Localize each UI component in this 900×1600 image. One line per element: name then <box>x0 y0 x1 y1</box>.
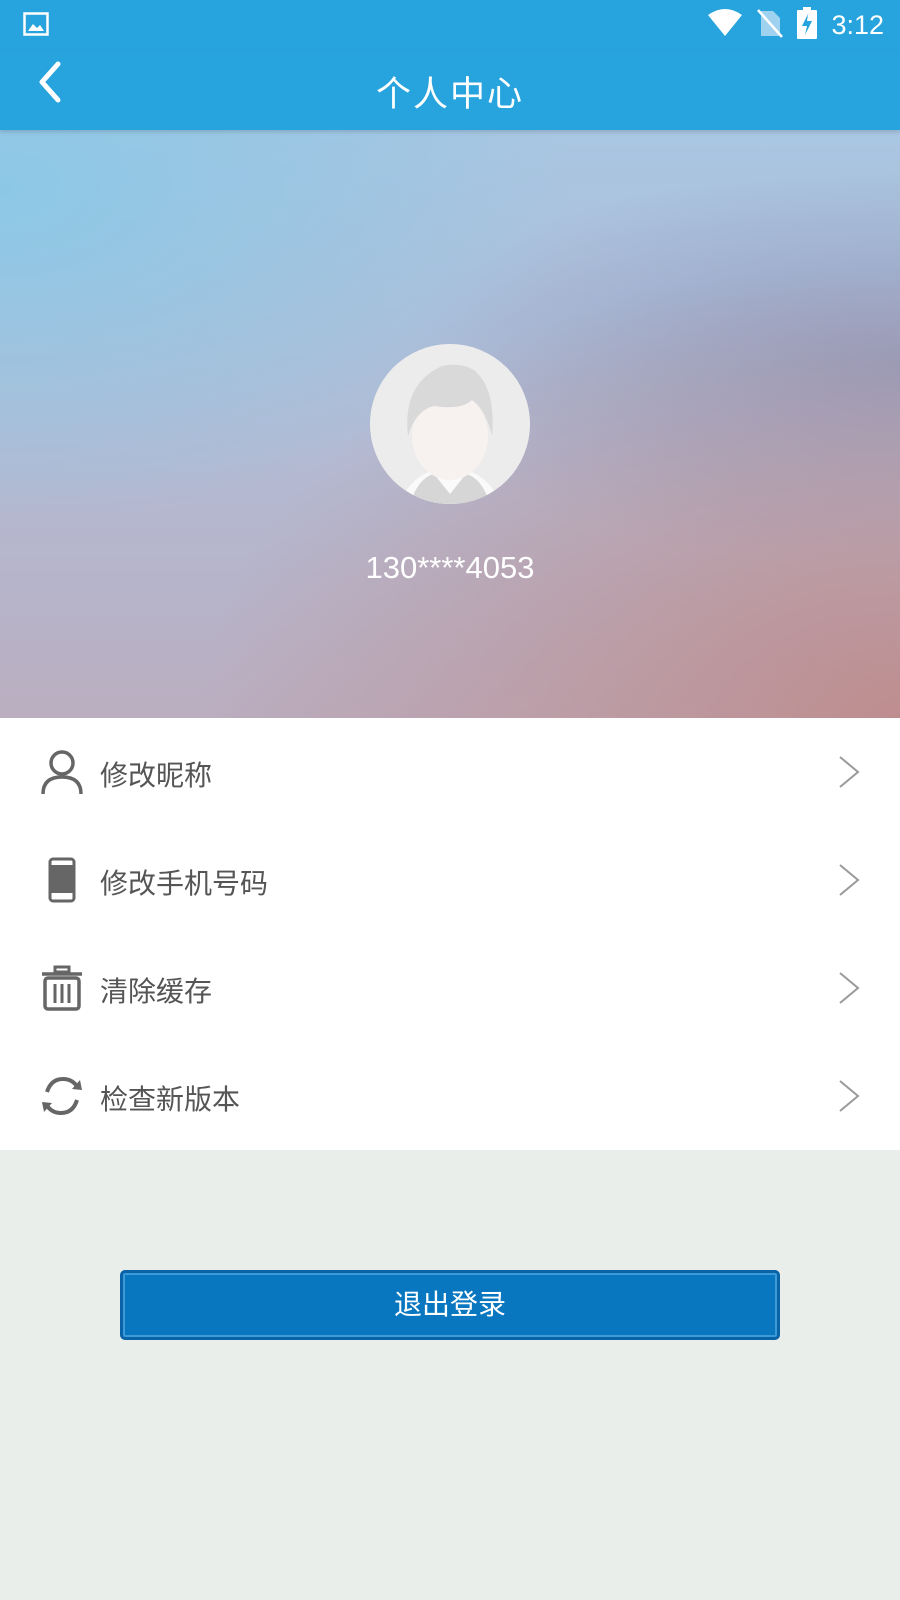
no-sim-icon <box>757 8 784 42</box>
gallery-icon <box>23 12 49 40</box>
menu-item-clear-cache[interactable]: 清除缓存 <box>0 934 900 1042</box>
menu-item-check-update[interactable]: 检查新版本 <box>0 1042 900 1150</box>
menu-item-label: 检查新版本 <box>100 1083 241 1116</box>
refresh-icon <box>38 1072 86 1120</box>
trash-icon <box>38 964 86 1012</box>
menu-item-label: 清除缓存 <box>100 975 213 1008</box>
menu-item-edit-nickname[interactable]: 修改昵称 <box>0 718 900 826</box>
chevron-right-icon <box>834 862 864 898</box>
wifi-icon <box>707 9 743 41</box>
default-avatar-icon <box>370 344 530 504</box>
avatar[interactable] <box>370 344 530 504</box>
phone-number: 130****4053 <box>365 550 535 585</box>
status-icons: 3:12 <box>707 7 884 43</box>
phone-icon <box>38 856 86 904</box>
logout-button[interactable]: 退出登录 <box>120 1270 780 1340</box>
page-title: 个人中心 <box>375 75 524 115</box>
chevron-right-icon <box>834 1078 864 1114</box>
status-time: 3:12 <box>831 9 884 40</box>
menu-item-change-phone[interactable]: 修改手机号码 <box>0 826 900 934</box>
menu-item-label: 修改昵称 <box>100 759 213 792</box>
chevron-right-icon <box>834 970 864 1006</box>
app-bar: 个人中心 <box>0 50 900 130</box>
chevron-right-icon <box>834 754 864 790</box>
profile-header: 130****4053 <box>0 130 900 718</box>
user-icon <box>38 748 86 796</box>
status-bar: 3:12 <box>0 0 900 50</box>
settings-menu: 修改昵称 修改手机号码 清除缓存 检查新版本 <box>0 718 900 1150</box>
menu-item-label: 修改手机号码 <box>100 867 269 900</box>
battery-charging-icon <box>797 7 818 43</box>
